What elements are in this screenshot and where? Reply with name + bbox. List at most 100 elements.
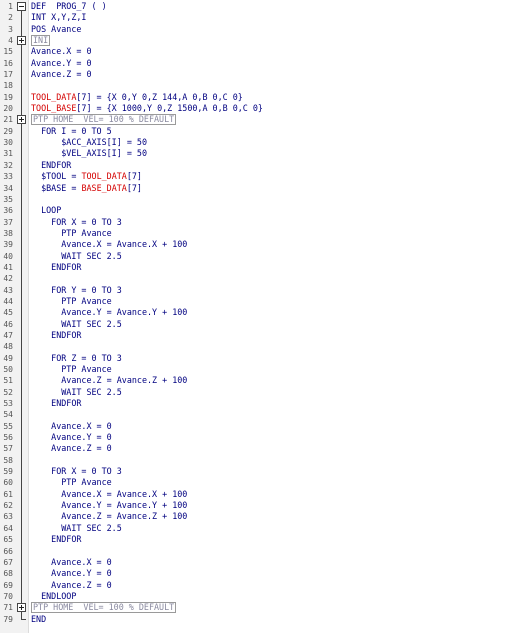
code-line[interactable]: 16 Avance.Y = 0 [0, 57, 522, 70]
code-text[interactable]: PTP HOME VEL= 100 % DEFAULT [31, 114, 177, 126]
folded-block-label[interactable]: PTP HOME VEL= 100 % DEFAULT [31, 602, 177, 614]
code-line[interactable]: 20 TOOL_BASE[7] = {X 1000,Y 0,Z 1500,A 0,… [0, 103, 522, 115]
code-line[interactable]: 52 WAIT SEC 2.5 [0, 386, 522, 399]
code-text[interactable]: PTP Avance [31, 296, 111, 307]
code-text[interactable]: Avance.Z = Avance.Z + 100 [31, 511, 187, 522]
code-text[interactable]: WAIT SEC 2.5 [31, 251, 122, 262]
code-line[interactable]: 34 $BASE = BASE_DATA[7] [0, 182, 522, 194]
code-line[interactable]: 71 PTP HOME VEL= 100 % DEFAULT [0, 602, 522, 614]
code-text[interactable]: ENDFOR [31, 262, 81, 273]
code-line[interactable]: 39 Avance.X = Avance.X + 100 [0, 239, 522, 251]
code-line[interactable]: 68 Avance.Y = 0 [0, 568, 522, 580]
code-line[interactable]: 64 WAIT SEC 2.5 [0, 522, 522, 535]
code-text[interactable]: FOR X = 0 TO 3 [31, 466, 122, 477]
code-line[interactable]: 53 ENDFOR [0, 398, 522, 410]
code-line[interactable]: 46 WAIT SEC 2.5 [0, 318, 522, 330]
code-text[interactable]: Avance.Y = Avance.Y + 100 [31, 500, 187, 511]
code-text[interactable]: FOR X = 0 TO 3 [31, 217, 122, 228]
code-line[interactable]: 15 Avance.X = 0 [0, 46, 522, 58]
code-line[interactable]: 56 Avance.Y = 0 [0, 432, 522, 444]
code-line[interactable]: 57 Avance.Z = 0 [0, 443, 522, 455]
code-text[interactable]: INI [31, 35, 51, 47]
code-text[interactable]: FOR I = 0 TO 5 [31, 126, 112, 137]
code-text[interactable]: Avance.Y = 0 [31, 568, 112, 579]
fold-expand-icon[interactable] [17, 602, 28, 614]
code-text[interactable]: WAIT SEC 2.5 [31, 319, 122, 330]
code-text[interactable]: Avance.Z = Avance.Z + 100 [31, 375, 187, 386]
code-line[interactable]: 30 $ACC_AXIS[I] = 50 [0, 137, 522, 149]
code-line[interactable]: 51 Avance.Z = Avance.Z + 100 [0, 375, 522, 387]
code-line[interactable]: 69 Avance.Z = 0 [0, 579, 522, 591]
code-text[interactable]: Avance.X = 0 [31, 557, 112, 568]
code-text[interactable]: $VEL_AXIS[I] = 50 [31, 148, 147, 159]
code-line[interactable]: 32 ENDFOR [0, 159, 522, 172]
code-line[interactable]: 65 ENDFOR [0, 534, 522, 546]
code-text[interactable]: FOR Y = 0 TO 3 [31, 285, 122, 296]
code-line[interactable]: 70 ENDLOOP [0, 590, 522, 603]
code-text[interactable]: $ACC_AXIS[I] = 50 [31, 137, 147, 148]
code-line[interactable]: 40 WAIT SEC 2.5 [0, 250, 522, 262]
code-line[interactable]: 49 FOR Z = 0 TO 3 [0, 352, 522, 364]
code-line[interactable]: 29 FOR I = 0 TO 5 [0, 125, 522, 138]
code-text[interactable]: Avance.Z = 0 [31, 69, 92, 80]
code-line[interactable]: 38 PTP Avance [0, 227, 522, 240]
code-line[interactable]: 67 Avance.X = 0 [0, 556, 522, 569]
code-editor[interactable]: 1 DEF PROG_7 ( ) 2 INT X,Y,Z,I 3 POS Avance 4 I… [0, 0, 522, 633]
code-line[interactable]: 79 END [0, 613, 522, 625]
code-line[interactable]: 1 DEF PROG_7 ( ) [0, 1, 522, 13]
code-line[interactable]: 66 [0, 545, 522, 557]
code-text[interactable]: WAIT SEC 2.5 [31, 387, 122, 398]
code-text[interactable]: Avance.Z = 0 [31, 580, 112, 591]
code-line[interactable]: 60 PTP Avance [0, 477, 522, 489]
code-text[interactable]: FOR Z = 0 TO 3 [31, 353, 122, 364]
code-line[interactable]: 62 Avance.Y = Avance.Y + 100 [0, 500, 522, 512]
code-line[interactable]: 43 FOR Y = 0 TO 3 [0, 284, 522, 296]
folded-block-label[interactable]: INI [31, 35, 51, 47]
code-line[interactable]: 19 TOOL_DATA[7] = {X 0,Y 0,Z 144,A 0,B 0,… [0, 91, 522, 104]
code-line[interactable]: 4 INI [0, 35, 522, 47]
code-text[interactable]: Avance.Y = 0 [31, 58, 92, 69]
code-text[interactable]: END [31, 614, 46, 625]
code-text[interactable]: ENDFOR [31, 398, 81, 409]
code-text[interactable]: PTP HOME VEL= 100 % DEFAULT [31, 602, 177, 614]
code-text[interactable]: PTP Avance [31, 477, 111, 488]
fold-collapse-icon[interactable] [17, 1, 28, 13]
folded-block-label[interactable]: PTP HOME VEL= 100 % DEFAULT [31, 114, 177, 126]
code-line[interactable]: 41 ENDFOR [0, 261, 522, 274]
code-text[interactable]: LOOP [31, 205, 61, 216]
code-text[interactable]: TOOL_BASE[7] = {X 1000,Y 0,Z 1500,A 0,B … [31, 103, 263, 114]
code-text[interactable]: INT X,Y,Z,I [31, 12, 86, 23]
code-text[interactable]: Avance.Y = Avance.Y + 100 [31, 307, 187, 318]
code-line[interactable]: 50 PTP Avance [0, 364, 522, 376]
code-line[interactable]: 31 $VEL_AXIS[I] = 50 [0, 148, 522, 160]
code-text[interactable]: Avance.Y = 0 [31, 432, 112, 443]
code-line[interactable]: 17 Avance.Z = 0 [0, 69, 522, 81]
code-line[interactable]: 54 [0, 409, 522, 421]
code-text[interactable]: ENDLOOP [31, 591, 76, 602]
code-text[interactable]: DEF PROG_7 ( ) [31, 1, 107, 12]
code-line[interactable]: 2 INT X,Y,Z,I [0, 12, 522, 24]
code-text[interactable]: PTP Avance [31, 364, 111, 375]
code-text[interactable]: Avance.Z = 0 [31, 443, 112, 454]
code-line[interactable]: 3 POS Avance [0, 23, 522, 36]
code-text[interactable]: POS Avance [31, 24, 81, 35]
code-text[interactable]: Avance.X = 0 [31, 46, 92, 57]
code-text[interactable]: $BASE = BASE_DATA[7] [31, 183, 142, 194]
code-line[interactable]: 35 [0, 193, 522, 206]
code-line[interactable]: 63 Avance.Z = Avance.Z + 100 [0, 511, 522, 523]
code-line[interactable]: 48 [0, 341, 522, 353]
code-line[interactable]: 33 $TOOL = TOOL_DATA[7] [0, 171, 522, 183]
code-line[interactable]: 58 [0, 454, 522, 467]
code-text[interactable]: PTP Avance [31, 228, 111, 239]
code-line[interactable]: 55 Avance.X = 0 [0, 420, 522, 433]
code-line[interactable]: 18 [0, 80, 522, 92]
code-line[interactable]: 37 FOR X = 0 TO 3 [0, 216, 522, 228]
code-text[interactable]: Avance.X = 0 [31, 421, 112, 432]
code-text[interactable]: ENDFOR [31, 160, 71, 171]
code-line[interactable]: 47 ENDFOR [0, 329, 522, 342]
code-text[interactable]: ENDFOR [31, 330, 81, 341]
code-text[interactable]: ENDFOR [31, 534, 81, 545]
code-text[interactable]: $TOOL = TOOL_DATA[7] [31, 171, 142, 182]
code-line[interactable]: 42 [0, 273, 522, 285]
code-line[interactable]: 21 PTP HOME VEL= 100 % DEFAULT [0, 114, 522, 126]
